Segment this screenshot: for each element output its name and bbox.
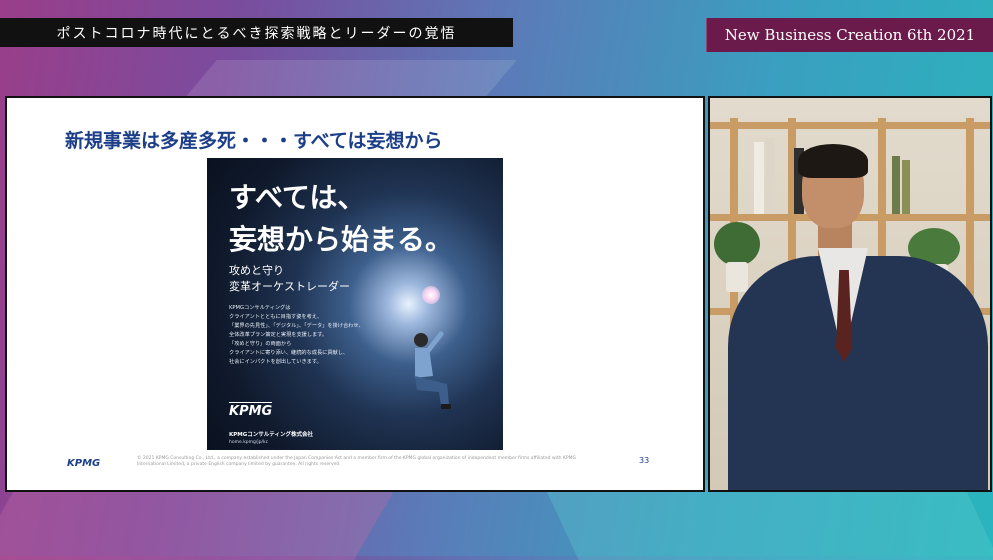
plant: [714, 222, 760, 266]
event-name-bar: New Business Creation 6th 2021: [706, 18, 993, 52]
poster-body-line: 「業界の先見性」、「デジタル」、「データ」を掛け合わせ、: [229, 323, 364, 329]
poster-body-line: KPMGコンサルティングは: [229, 305, 291, 311]
poster-body-line: クライアントとともに目指す姿を考え、: [229, 314, 323, 320]
book: [754, 142, 764, 214]
background-shape: [183, 60, 517, 100]
slide-heading: 新規事業は多産多死・・・すべては妄想から: [65, 130, 443, 152]
speaker-hair: [798, 144, 868, 178]
speaker-video: [708, 96, 992, 492]
slide-legal-text: © 2021 KPMG Consulting Co., Ltd., a comp…: [137, 456, 576, 467]
poster-body-line: 「攻めと守り」の両面から: [229, 341, 292, 347]
poster-subheading-line2: 変革オーケストレーダー: [229, 280, 350, 293]
book: [766, 138, 774, 214]
presentation-slide: 新規事業は多産多死・・・すべては妄想から すべては、 妄想から始まる。 攻めと守…: [5, 96, 705, 492]
poster-body-line: クライアントに寄り添い、継続的な成長に貢献し、: [229, 350, 349, 356]
slide-footer-logo: KPMG: [67, 458, 101, 469]
poster-body-line: 全体改革プラン策定と実現を支援します。: [229, 332, 328, 338]
background-shape: [541, 480, 993, 560]
poster-subheading-line1: 攻めと守り: [229, 264, 284, 277]
poster-url: home.kpmg/jp/kc: [229, 440, 269, 445]
shelf-board: [710, 122, 990, 129]
light-glow: [422, 286, 440, 304]
book: [902, 160, 910, 214]
poster-company-name: KPMGコンサルティング株式会社: [229, 432, 313, 438]
slide-page-number: 33: [639, 456, 650, 465]
poster-body-line: 社会にインパクトを創出していきます。: [229, 359, 322, 365]
poster-headline-line1: すべては、: [229, 181, 366, 214]
poster-body-text: KPMGコンサルティングは クライアントとともに目指す姿を考え、 「業界の先見性…: [229, 304, 379, 367]
book: [892, 156, 900, 214]
plant-pot: [726, 262, 748, 292]
kpmg-poster: すべては、 妄想から始まる。 攻めと守り 変革オーケストレーダー KPMGコンサ…: [207, 158, 503, 450]
session-title-bar: ポストコロナ時代にとるべき探索戦略とリーダーの覚悟: [0, 18, 513, 47]
kpmg-logo: KPMG: [229, 402, 273, 419]
poster-headline-line2: 妄想から始まる。: [229, 223, 454, 256]
seated-person-illustration: [414, 331, 451, 409]
